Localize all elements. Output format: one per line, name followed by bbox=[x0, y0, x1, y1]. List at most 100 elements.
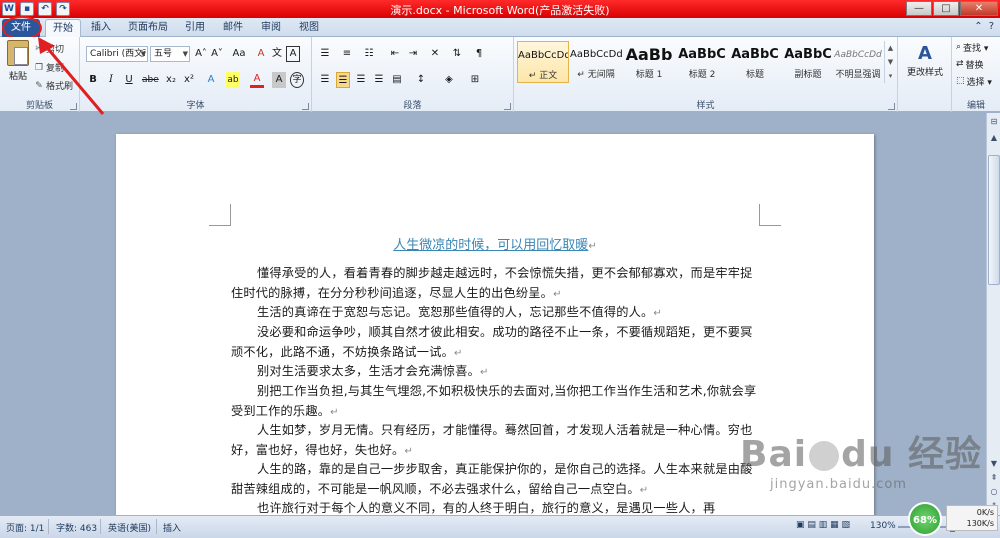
shading-icon[interactable]: ◈ bbox=[442, 72, 456, 88]
minimize-button[interactable]: — bbox=[906, 1, 932, 16]
highlight-button[interactable]: ab bbox=[226, 72, 240, 88]
more-styles-icon[interactable]: ▾ bbox=[885, 69, 896, 83]
tab-view[interactable]: 视图 bbox=[292, 19, 326, 37]
tab-file[interactable]: 文件 bbox=[2, 19, 40, 37]
paragraph[interactable]: 人生的路，靠的是自己一步步取舍，真正能保护你的，是你自己的选择。人生本来就是由酸… bbox=[231, 460, 759, 500]
distribute-icon[interactable]: ▤ bbox=[390, 72, 404, 88]
style-no-spacing[interactable]: AaBbCcDd ↵ 无间隔 bbox=[570, 41, 622, 83]
text-effects-button[interactable]: A bbox=[204, 72, 218, 88]
maximize-button[interactable]: □ bbox=[933, 1, 959, 16]
network-speed-widget[interactable]: 68% 0K/s 130K/s bbox=[908, 502, 1000, 536]
replace-button[interactable]: ⇄ 替换 bbox=[956, 57, 984, 71]
bullets-icon[interactable]: ☰ bbox=[318, 46, 332, 62]
font-color-button[interactable]: A bbox=[250, 72, 264, 88]
style-name: 标题 bbox=[745, 70, 764, 80]
vertical-scrollbar[interactable]: ⊟ ▲ ▼ ⇞ ○ ⇟ bbox=[986, 113, 1000, 515]
align-right-icon[interactable]: ☰ bbox=[354, 72, 368, 88]
increase-indent-icon[interactable]: ⇥ bbox=[406, 46, 420, 62]
numbering-icon[interactable]: ≡ bbox=[340, 46, 354, 62]
cut-button[interactable]: ✂ 剪切 bbox=[34, 42, 64, 56]
char-shading-button[interactable]: A bbox=[272, 72, 286, 88]
strikethrough-button[interactable]: abe bbox=[142, 72, 159, 88]
underline-button[interactable]: U bbox=[122, 72, 136, 88]
paragraph[interactable]: 别把工作当负担,与其生气埋怨,不如积极快乐的去面对,当你把工作当作生活和艺术,你… bbox=[231, 382, 759, 422]
select-button[interactable]: ⬚ 选择 ▾ bbox=[956, 74, 992, 88]
bold-button[interactable]: B bbox=[86, 72, 100, 88]
style-subtle-emphasis[interactable]: AaBbCcDd 不明显强调 bbox=[832, 41, 884, 83]
paragraph[interactable]: 生活的真谛在于宽恕与忘记。宽恕那些值得的人，忘记那些不值得的人。↵ bbox=[231, 303, 759, 324]
zoom-level[interactable]: 130% bbox=[870, 521, 896, 531]
scroll-up-icon[interactable]: ▲ bbox=[988, 131, 1000, 144]
insert-mode[interactable]: 插入 bbox=[163, 521, 181, 534]
align-left-icon[interactable]: ☰ bbox=[318, 72, 332, 88]
tab-mailings[interactable]: 邮件 bbox=[216, 19, 250, 37]
tab-insert[interactable]: 插入 bbox=[84, 19, 118, 37]
style-normal[interactable]: AaBbCcDd ↵ 正文 bbox=[517, 41, 569, 83]
view-buttons[interactable]: ▣ ▤ ▥ ▦ ▧ bbox=[796, 520, 850, 530]
font-name-combo[interactable]: Calibri (西文ī ▼ bbox=[86, 46, 148, 62]
format-painter-button[interactable]: ✎ 格式刷 bbox=[34, 79, 73, 93]
style-heading-1[interactable]: AaBb 标题 1 bbox=[623, 41, 675, 83]
borders-icon[interactable]: ⊞ bbox=[468, 72, 482, 88]
sort-icon[interactable]: ⇅ bbox=[450, 46, 464, 62]
align-center-icon[interactable]: ☰ bbox=[336, 72, 350, 88]
paragraph-expand-icon[interactable] bbox=[504, 103, 511, 110]
style-title[interactable]: AaBbC 标题 bbox=[729, 41, 781, 83]
paragraph-text: 人生的路，靠的是自己一步步取舍，真正能保护你的，是你自己的选择。人生本来就是由酸… bbox=[231, 462, 753, 496]
styles-expand-icon[interactable] bbox=[888, 103, 895, 110]
close-button[interactable]: ✕ bbox=[960, 1, 998, 16]
style-subtitle[interactable]: AaBbC 副标题 bbox=[782, 41, 834, 83]
line-spacing-icon[interactable]: ↕ bbox=[414, 72, 428, 88]
paragraph[interactable]: 人生如梦，岁月无情。只有经历，才能懂得。蓦然回首，才发现人活着就是一种心情。穷也… bbox=[231, 421, 759, 461]
enclose-char-button[interactable]: 字 bbox=[290, 72, 304, 88]
language-indicator[interactable]: 英语(美国) bbox=[108, 521, 151, 534]
help-icon[interactable]: ? bbox=[989, 21, 994, 32]
tab-references[interactable]: 引用 bbox=[178, 19, 212, 37]
tab-home[interactable]: 开始 bbox=[45, 19, 81, 37]
style-heading-2[interactable]: AaBbC 标题 2 bbox=[676, 41, 728, 83]
page-count[interactable]: 页面: 1/1 bbox=[6, 521, 44, 534]
paste-button[interactable]: 粘贴 bbox=[5, 40, 31, 90]
styles-scroll[interactable]: ▲ ▼ ▾ bbox=[884, 41, 896, 83]
browse-object-icon[interactable]: ○ bbox=[988, 485, 1000, 498]
grow-font-button[interactable]: A˄ bbox=[194, 46, 208, 62]
word-count[interactable]: 字数: 463 bbox=[56, 521, 97, 534]
copy-button[interactable]: ❐ 复制 bbox=[34, 61, 64, 75]
scroll-down-icon[interactable]: ▼ bbox=[988, 457, 1000, 470]
shrink-font-button[interactable]: A˅ bbox=[210, 46, 224, 62]
document-title[interactable]: 人生微凉的时候，可以用回忆取暖↵ bbox=[231, 234, 759, 253]
clear-format-button[interactable]: A bbox=[254, 46, 268, 62]
char-border-button[interactable]: A bbox=[286, 46, 300, 62]
paragraph[interactable]: 没必要和命运争吵，顺其自然才彼此相安。成功的路径不止一条，不要循规蹈矩，更不要冥… bbox=[231, 323, 759, 363]
change-case-button[interactable]: Aa bbox=[232, 46, 246, 62]
minimize-ribbon-icon[interactable]: ⌃ bbox=[974, 21, 982, 32]
tab-page-layout[interactable]: 页面布局 bbox=[122, 19, 174, 37]
paragraph[interactable]: 别对生活要求太多，生活才会充满惊喜。↵ bbox=[231, 362, 759, 383]
justify-icon[interactable]: ☰ bbox=[372, 72, 386, 88]
prev-page-icon[interactable]: ⇞ bbox=[988, 471, 1000, 484]
font-expand-icon[interactable] bbox=[302, 103, 309, 110]
paragraph-mark-icon: ↵ bbox=[330, 406, 339, 418]
paragraph[interactable]: 懂得承受的人，看着青春的脚步越走越远时，不会惊慌失措，更不会郁郁寡欢，而是牢牢捉… bbox=[231, 264, 759, 304]
multilevel-list-icon[interactable]: ☷ bbox=[362, 46, 376, 62]
superscript-button[interactable]: x² bbox=[182, 72, 196, 88]
scroll-thumb[interactable] bbox=[988, 155, 1000, 285]
find-button[interactable]: ⌕ 查找 ▾ bbox=[956, 40, 988, 54]
chinese-layout-icon[interactable]: ✕ bbox=[428, 46, 442, 62]
paragraph[interactable]: 也许旅行对于每个人的意义不同，有的人终于明白，旅行的意义，是遇见一些人，再 bbox=[231, 499, 759, 515]
tab-review[interactable]: 审阅 bbox=[254, 19, 288, 37]
font-group: Calibri (西文ī ▼ 五号 ▼ A˄ A˅ Aa A 文 A B I U… bbox=[80, 37, 312, 112]
decrease-indent-icon[interactable]: ⇤ bbox=[388, 46, 402, 62]
clipboard-expand-icon[interactable] bbox=[70, 103, 77, 110]
font-name-value: Calibri (西文ī bbox=[90, 49, 146, 59]
phonetic-guide-button[interactable]: 文 bbox=[270, 46, 284, 62]
chevron-up-icon[interactable]: ▲ bbox=[885, 41, 896, 55]
subscript-button[interactable]: x₂ bbox=[164, 72, 178, 88]
chevron-down-icon[interactable]: ▼ bbox=[885, 55, 896, 69]
italic-button[interactable]: I bbox=[104, 72, 118, 88]
show-marks-icon[interactable]: ¶ bbox=[472, 46, 486, 62]
ruler-toggle-icon[interactable]: ⊟ bbox=[988, 115, 1000, 128]
paragraph-text: 别对生活要求太多，生活才会充满惊喜。 bbox=[257, 364, 480, 378]
change-styles-button[interactable]: A 更改样式 bbox=[906, 43, 944, 78]
font-size-combo[interactable]: 五号 ▼ bbox=[150, 46, 190, 62]
